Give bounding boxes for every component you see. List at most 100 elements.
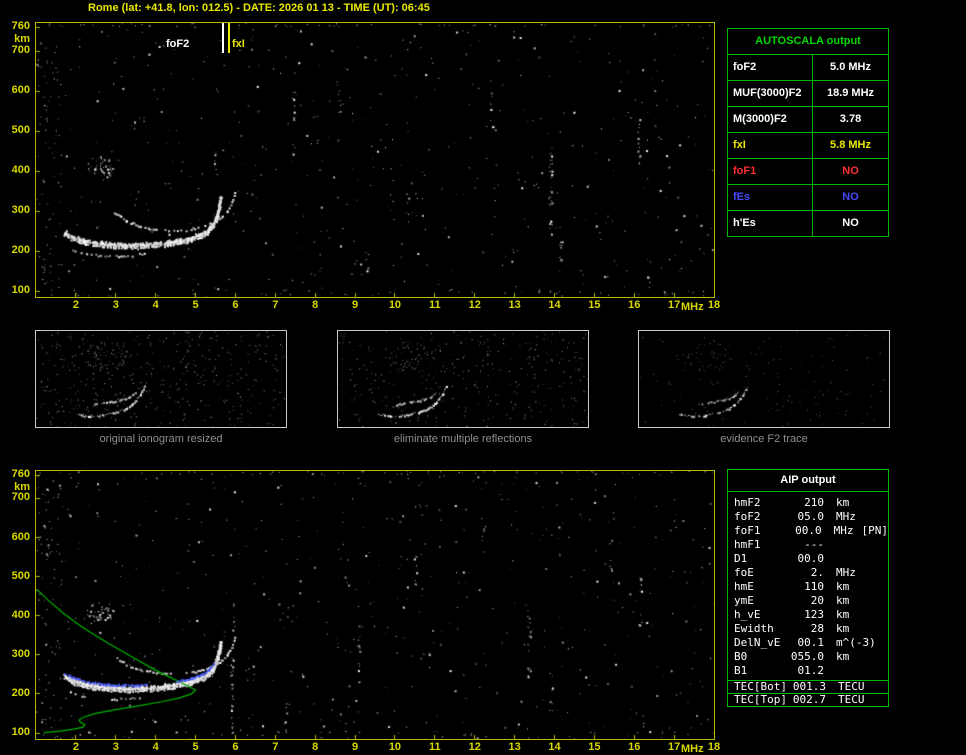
tec-param-label: TEC[Top]	[734, 693, 787, 706]
aip-row: hmF2 210 km	[734, 496, 888, 510]
tec-unit-label: TECU	[838, 693, 865, 706]
aip-row: D1 00.0	[734, 552, 888, 566]
aip-row: B1 01.2	[734, 664, 888, 678]
aip-row: B0 055.0 km	[734, 650, 888, 664]
aip-value: ---	[804, 538, 824, 551]
aip-row: h_vE 123 km	[734, 608, 888, 622]
x-tick-label: 7	[272, 741, 279, 753]
y-tick-label: 400	[11, 608, 30, 621]
y-tick-label: 500	[11, 569, 30, 582]
x-tick-label: 16	[628, 299, 641, 311]
aip-param-label: hmF2	[734, 496, 761, 509]
x-tick-label: 10	[388, 299, 402, 311]
aip-rows: hmF2 210 km foF2 05.0 MHz foF1 00.0 MHz [PN] hmF1 -…	[728, 492, 888, 680]
x-tick-label: 10	[388, 741, 402, 753]
autoscala-param-label: foF1	[728, 159, 813, 184]
thumb-label-evidence: evidence F2 trace	[720, 433, 808, 445]
x-tick-label: 3	[112, 741, 119, 753]
x-tick-label: 6	[232, 299, 239, 311]
aip-param-label: B1	[734, 664, 748, 677]
aip-unit-label: km	[836, 650, 850, 663]
x-tick-label: 12	[468, 299, 481, 311]
aip-value: 00.1	[797, 636, 825, 649]
aip-row: DelN_vE 00.1 m^(-3)	[734, 636, 888, 650]
x-tick-label: 8	[312, 299, 319, 311]
x-tick-label: 3	[112, 299, 119, 311]
autoscala-row: MUF(3000)F2 18.9 MHz	[728, 81, 888, 107]
y-tick-label: 300	[11, 647, 30, 660]
thumb-evidence-canvas	[639, 331, 889, 427]
aip-row: foF1 00.0 MHz [PN]	[734, 524, 888, 538]
ionogram-top-canvas	[36, 23, 714, 297]
aip-param-label: D1	[734, 552, 748, 565]
aip-param-label: hmE	[734, 580, 754, 593]
x-tick-label: 18	[707, 741, 721, 753]
fxI-label: fxI	[232, 38, 245, 50]
y-tick-label: 700	[11, 491, 30, 504]
aip-param-label: Ewidth	[734, 622, 774, 635]
autoscala-value: NO	[842, 165, 859, 177]
x-tick-label: 13	[508, 299, 521, 311]
thumb-eliminate-canvas	[338, 331, 588, 427]
x-tick-label: 5	[192, 741, 199, 753]
y-tick-label: 400	[11, 164, 30, 176]
aip-output-table: AIP output hmF2 210 km foF2 05.0 MHz foF1 00.0 M…	[727, 469, 889, 707]
x-tick-label: 18	[707, 299, 721, 311]
autoscala-row: foF1 NO	[728, 159, 888, 185]
aip-param-label: hmF1	[734, 538, 761, 551]
autoscala-rows: foF2 5.0 MHz MUF(3000)F2 18.9 MHz M(3000)F2 3…	[728, 55, 888, 236]
autoscala-row: fEs NO	[728, 185, 888, 211]
aip-unit-label: km	[836, 580, 850, 593]
autoscala-screen: Rome (lat: +41.8, lon: 012.5) - DATE: 20…	[0, 0, 966, 755]
x-tick-label: 9	[351, 741, 359, 753]
autoscala-row: h'Es NO	[728, 211, 888, 236]
x-tick-label: 2	[72, 741, 79, 753]
aip-row: hmE 110 km	[734, 580, 888, 594]
x-tick-label: 13	[508, 741, 521, 753]
aip-unit-label: km	[836, 608, 850, 621]
aip-tec-rows: TEC[Bot] 001.3 TECU TEC[Top] 002.7 TECU	[728, 680, 888, 706]
page-title: Rome (lat: +41.8, lon: 012.5) - DATE: 20…	[88, 2, 430, 14]
thumb-label-original: original ionogram resized	[99, 433, 223, 445]
aip-value: 123	[804, 608, 824, 621]
ionogram-bottom-plot	[35, 470, 715, 740]
x-tick-label: 11	[428, 741, 441, 753]
y-tick-label: 700	[11, 44, 30, 56]
aip-value: 01.2	[797, 664, 825, 677]
aip-value: 210	[804, 496, 824, 509]
y-tick-label: 200	[11, 686, 30, 699]
x-tick-label: 16	[628, 741, 641, 753]
x-tick-label: 14	[548, 299, 561, 311]
autoscala-output-table: AUTOSCALA output foF2 5.0 MHz MUF(3000)F2 1…	[727, 28, 889, 237]
x-tick-label: 9	[351, 299, 359, 311]
y-tick-label: 600	[11, 530, 30, 543]
thumb-label-eliminate: eliminate multiple reflections	[393, 433, 533, 445]
aip-param-label: h_vE	[734, 608, 761, 621]
x-tick-label: 15	[588, 741, 601, 753]
foF2-label: foF2	[166, 38, 190, 50]
aip-tec-row: TEC[Bot] 001.3 TECU	[728, 680, 888, 693]
thumb-evidence-f2-trace	[638, 330, 890, 428]
thumb-eliminate-reflections	[337, 330, 589, 428]
y-tick-label: 100	[11, 284, 30, 296]
x-tick-label: 4	[152, 299, 159, 311]
autoscala-value: 5.8 MHz	[830, 139, 871, 151]
aip-row: foE 2. MHz	[734, 566, 888, 580]
x-tick-label: 7	[272, 299, 279, 311]
aip-unit-label: MHz	[833, 524, 854, 537]
autoscala-table-title: AUTOSCALA output	[728, 29, 888, 55]
tec-value: 001.3	[792, 680, 826, 693]
aip-value: 28	[810, 622, 824, 635]
x-tick-label: 5	[192, 299, 199, 311]
ionogram-bottom-canvas	[36, 471, 714, 739]
autoscala-param-label: M(3000)F2	[728, 107, 813, 132]
y-tick-label: 760	[11, 20, 30, 32]
aip-unit-label: MHz	[836, 566, 856, 579]
autoscala-value: 18.9 MHz	[826, 87, 875, 99]
aip-value: 110	[804, 580, 824, 593]
aip-value: 05.0	[797, 510, 825, 523]
aip-value: 20	[810, 594, 824, 607]
aip-param-label: foF2	[734, 510, 761, 523]
y-axis-unit-label: km	[14, 481, 30, 493]
x-tick-label: 11	[428, 299, 441, 311]
